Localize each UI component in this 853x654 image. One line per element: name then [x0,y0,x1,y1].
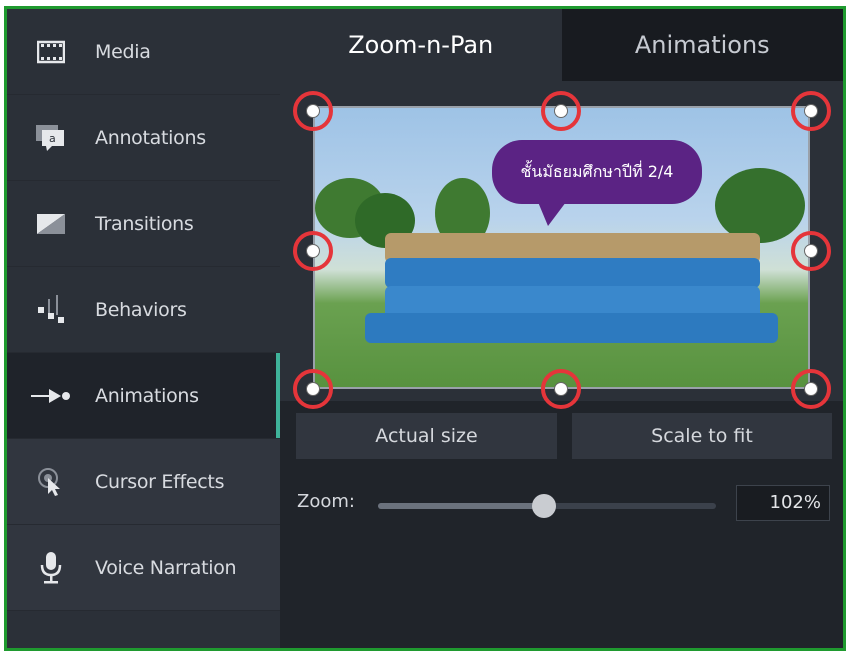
microphone-icon [31,548,71,588]
sidebar-item-label: Animations [95,384,199,407]
handle-dot [306,104,320,118]
callout-bubble[interactable]: ชั้นมัธยมศึกษาปีที่ 2/4 [492,140,702,226]
actual-size-button[interactable]: Actual size [296,413,557,459]
sidebar-item-label: Cursor Effects [95,470,225,493]
handle-dot [306,244,320,258]
sidebar-item-animations[interactable]: Animations [7,353,280,439]
sidebar-item-label: Media [95,40,151,63]
animation-arrow-icon [31,376,71,416]
sidebar-item-cursor-effects[interactable]: Cursor Effects [7,439,280,525]
handle-dot [306,382,320,396]
handle-dot [804,104,818,118]
zoom-slider[interactable] [378,494,716,518]
behaviors-icon [31,290,71,330]
tab-animations[interactable]: Animations [561,9,843,81]
sidebar-item-transitions[interactable]: Transitions [7,181,280,267]
zoom-slider-knob[interactable] [531,494,556,518]
sidebar-item-media[interactable]: Media [7,9,280,95]
zoom-canvas: ชั้นมัธยมศึกษาปีที่ 2/4 [280,81,843,409]
zoom-label: Zoom: [297,491,355,512]
scale-to-fit-button[interactable]: Scale to fit [572,413,832,459]
properties-panel: Zoom-n-Pan Animations ชั้นมัธยมศึกษาปีที… [280,9,843,648]
tree-decoration [715,168,805,243]
sidebar-item-label: Voice Narration [95,556,237,579]
sidebar-item-behaviors[interactable]: Behaviors [7,267,280,353]
handle-dot [554,104,568,118]
app-frame: Media a Annotations Transitions Behavior… [4,6,846,651]
cursor-icon [31,462,71,502]
handle-dot [804,244,818,258]
sidebar-item-annotations[interactable]: a Annotations [7,95,280,181]
handle-dot [554,382,568,396]
photo-crowd [365,313,778,343]
sidebar: Media a Annotations Transitions Behavior… [7,9,280,648]
tab-zoom-n-pan[interactable]: Zoom-n-Pan [280,9,562,81]
sidebar-item-label: Annotations [95,126,206,149]
svg-text:a: a [49,132,56,145]
photo-crowd [385,258,760,288]
transition-icon [31,204,71,244]
sidebar-item-label: Transitions [95,212,194,235]
handle-dot [804,382,818,396]
film-icon [31,32,71,72]
annotation-icon: a [31,118,71,158]
tab-bar: Zoom-n-Pan Animations [280,9,843,81]
zoom-value-input[interactable]: 102% [736,485,830,521]
preview-image[interactable]: ชั้นมัธยมศึกษาปีที่ 2/4 [313,106,810,389]
sidebar-item-voice-narration[interactable]: Voice Narration [7,525,280,611]
zoom-slider-fill [378,503,544,509]
sidebar-item-label: Behaviors [95,298,187,321]
